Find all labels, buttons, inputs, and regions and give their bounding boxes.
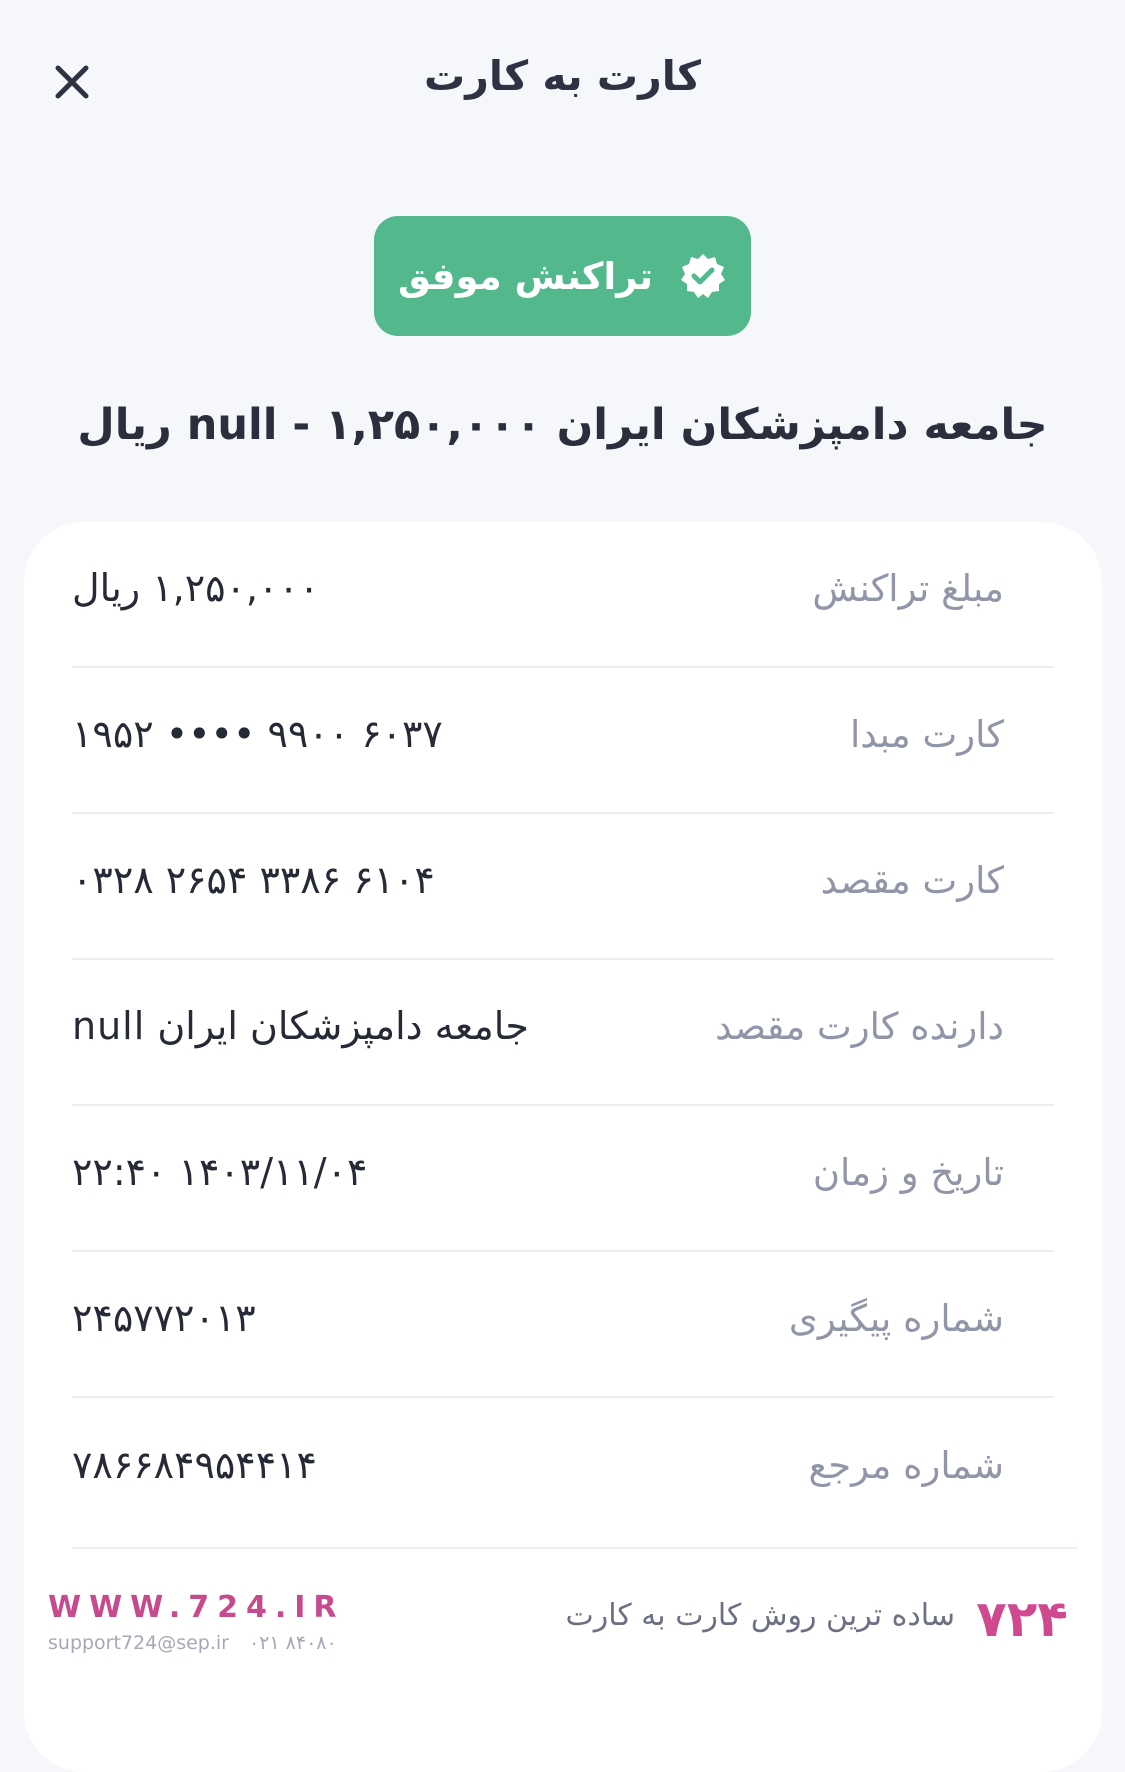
top-bar: کارت به کارت xyxy=(0,0,1125,160)
detail-value: ۲۴۵۷۷۲۰۱۳ xyxy=(72,1296,256,1340)
detail-value: جامعه دامپزشکان ایران null xyxy=(72,1004,529,1048)
detail-label: مبلغ تراکنش xyxy=(812,566,1004,610)
detail-label: شماره پیگیری xyxy=(788,1296,1004,1340)
brand-logo-text: ۷۲۴ xyxy=(976,1590,1068,1646)
detail-row-tracking-number: ۲۴۵۷۷۲۰۱۳ شماره پیگیری xyxy=(72,1252,1054,1398)
status-label: تراکنش موفق xyxy=(397,254,654,298)
page-title: کارت به کارت xyxy=(424,52,701,100)
contact-info: support724@sep.ir ۰۲۱ ۸۴۰۸۰ xyxy=(48,1632,337,1654)
detail-row-card-holder: جامعه دامپزشکان ایران null دارنده کارت م… xyxy=(72,960,1054,1106)
detail-label: تاریخ و زمان xyxy=(812,1150,1004,1194)
detail-label: کارت مبدا xyxy=(849,712,1004,756)
website-link[interactable]: WWW.724.IR xyxy=(48,1590,345,1625)
detail-row-source-card: ۶۰۳۷ ۹۹۰۰ •••• ۱۹۵۲ کارت مبدا xyxy=(72,668,1054,814)
detail-label: دارنده کارت مقصد xyxy=(715,1004,1004,1048)
verified-badge-icon xyxy=(681,254,726,298)
footer-divider xyxy=(72,1547,1077,1549)
detail-row-amount: ۱,۲۵۰,۰۰۰ ریال مبلغ تراکنش xyxy=(72,522,1054,668)
receipt-footer: WWW.724.IR support724@sep.ir ۰۲۱ ۸۴۰۸۰ س… xyxy=(0,1580,1125,1680)
detail-value: ۶۱۰۴ ۳۳۸۶ ۲۶۵۴ ۰۳۲۸ xyxy=(72,858,435,902)
detail-value: ۷۸۶۶۸۴۹۵۴۴۱۴ xyxy=(72,1443,317,1487)
detail-row-destination-card: ۶۱۰۴ ۳۳۸۶ ۲۶۵۴ ۰۳۲۸ کارت مقصد xyxy=(72,814,1054,960)
detail-value: ۶۰۳۷ ۹۹۰۰ •••• ۱۹۵۲ xyxy=(72,712,443,756)
detail-value: ۱,۲۵۰,۰۰۰ ریال xyxy=(72,566,320,610)
detail-label: شماره مرجع xyxy=(808,1443,1004,1487)
brand-logo-icon: ۷۲۴ xyxy=(976,1590,1068,1646)
details-list: ۱,۲۵۰,۰۰۰ ریال مبلغ تراکنش ۶۰۳۷ ۹۹۰۰ •••… xyxy=(72,522,1054,1544)
detail-value: ۱۴۰۳/۱۱/۰۴ ۲۲:۴۰ xyxy=(72,1150,368,1194)
detail-row-date-time: ۱۴۰۳/۱۱/۰۴ ۲۲:۴۰ تاریخ و زمان xyxy=(72,1106,1054,1252)
support-email[interactable]: support724@sep.ir xyxy=(48,1632,229,1654)
transaction-headline: جامعه دامپزشکان ایران null - ۱,۲۵۰,۰۰۰ ر… xyxy=(77,400,1048,450)
support-phone[interactable]: ۰۲۱ ۸۴۰۸۰ xyxy=(249,1632,337,1654)
status-badge: تراکنش موفق xyxy=(374,216,751,336)
detail-label: کارت مقصد xyxy=(820,858,1004,902)
detail-row-reference-number: ۷۸۶۶۸۴۹۵۴۴۱۴ شماره مرجع xyxy=(72,1398,1054,1544)
brand-tagline: ساده ترین روش کارت به کارت xyxy=(565,1598,955,1633)
